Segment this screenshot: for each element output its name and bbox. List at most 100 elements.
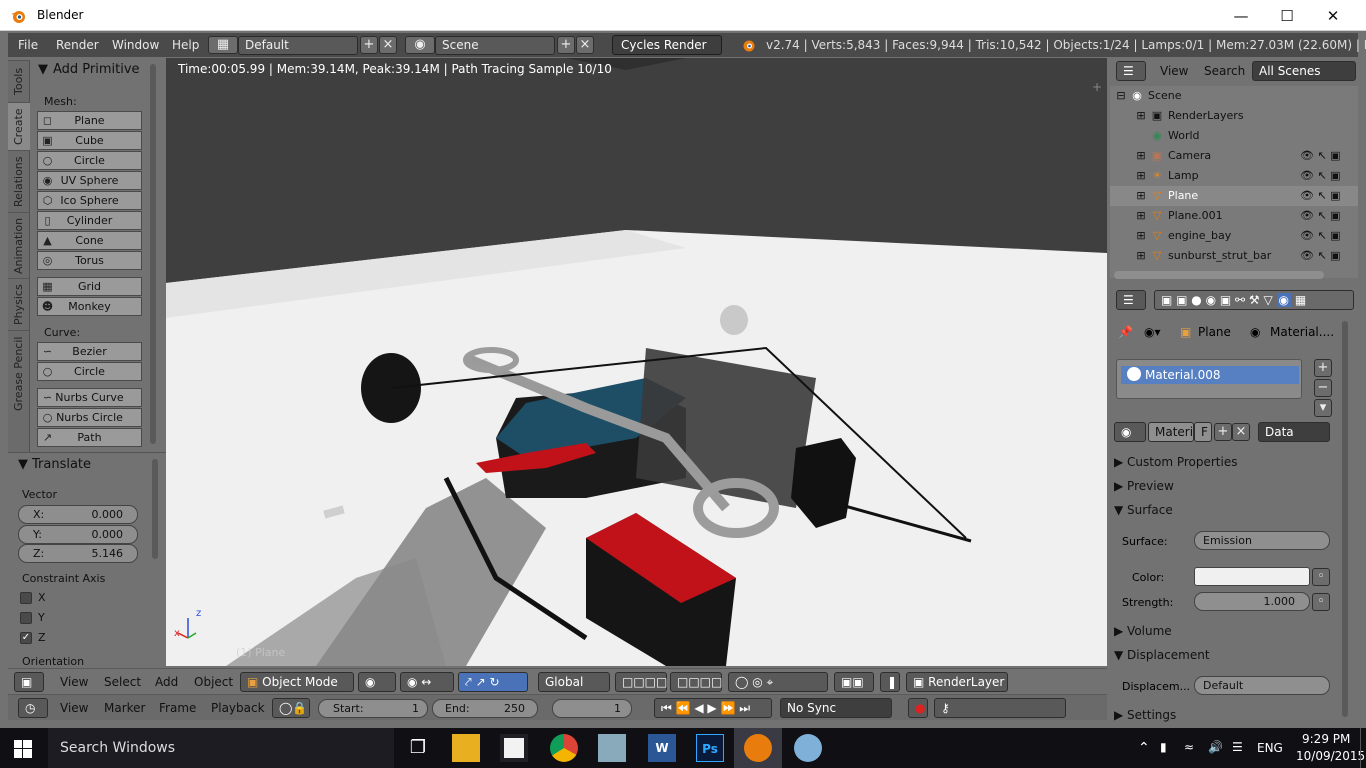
outliner-menu-search[interactable]: Search — [1204, 64, 1245, 78]
tab-animation[interactable]: Animation — [8, 212, 30, 278]
menu-render[interactable]: Render — [56, 38, 99, 52]
shading-dropdown[interactable]: ◉ — [358, 672, 396, 692]
remove-slot-button[interactable]: − — [1314, 379, 1332, 397]
visibility-icons[interactable]: 👁 ↖ ▣ — [1300, 209, 1341, 222]
properties-editor-icon[interactable]: ☰ — [1116, 290, 1146, 310]
screen-layout-icon[interactable]: ▦ — [208, 36, 238, 54]
displacement-dropdown[interactable]: Default — [1194, 676, 1330, 695]
outliner-item-scene[interactable]: ⊟ ◉ Scene — [1110, 86, 1358, 106]
add-bezier-button[interactable]: ∽ Bezier — [37, 342, 142, 361]
add-scene-button[interactable]: + — [557, 36, 575, 54]
vector-y-field[interactable]: Y: 0.000 — [18, 525, 138, 544]
color-link-button[interactable]: ◦ — [1312, 568, 1330, 586]
tools-scrollbar[interactable] — [150, 64, 156, 444]
remote-desktop-icon[interactable] — [598, 734, 626, 762]
outliner-item-world[interactable]: ◉ World — [1110, 126, 1358, 146]
paint-icon[interactable] — [794, 734, 822, 762]
add-layout-button[interactable]: + — [360, 36, 378, 54]
link-mode-dropdown[interactable]: Data — [1258, 422, 1330, 442]
tray-language[interactable]: ENG — [1257, 741, 1283, 755]
timeline-editor-icon[interactable]: ◷ — [18, 698, 48, 718]
tray-notification-icon[interactable]: ☰ — [1232, 740, 1243, 754]
menu-object[interactable]: Object — [194, 675, 233, 689]
minimize-button[interactable]: — — [1218, 0, 1264, 31]
panel-toggle-icon[interactable]: ▼ — [18, 457, 28, 472]
remove-layout-button[interactable]: × — [379, 36, 397, 54]
properties-scrollbar[interactable] — [1342, 321, 1348, 717]
tab-create[interactable]: Create — [8, 102, 30, 150]
keying-buttons[interactable]: ◯🔒 — [272, 698, 310, 718]
unlink-material-button[interactable]: × — [1232, 423, 1250, 441]
timeline-menu-frame[interactable]: Frame — [159, 701, 196, 715]
new-material-button[interactable]: + — [1214, 423, 1232, 441]
visibility-icons[interactable]: 👁 ↖ ▣ — [1300, 249, 1341, 262]
menu-file[interactable]: File — [18, 38, 38, 52]
vector-x-field[interactable]: X: 0.000 — [18, 505, 138, 524]
tray-volume-icon[interactable]: 🔊 — [1208, 740, 1223, 754]
section-displacement[interactable]: ▼ Displacement — [1114, 645, 1334, 665]
material-name-field[interactable]: Materi — [1148, 422, 1194, 442]
strength-link-button[interactable]: ◦ — [1312, 593, 1330, 611]
outliner-item-renderlayers[interactable]: ⊞ ▣ RenderLayers — [1110, 106, 1358, 126]
windows-start-icon[interactable] — [14, 740, 32, 758]
pivot-dropdown[interactable]: ◉ ↔ — [400, 672, 454, 692]
add-path-button[interactable]: ↗ Path — [37, 428, 142, 447]
add-nurbs-circle-button[interactable]: ○ Nurbs Circle — [37, 408, 142, 427]
add-monkey-button[interactable]: ☻ Monkey — [37, 297, 142, 316]
section-surface[interactable]: ▼ Surface — [1114, 500, 1334, 520]
timeline-menu-marker[interactable]: Marker — [104, 701, 145, 715]
current-frame-field[interactable]: 1 — [552, 699, 632, 718]
visibility-icons[interactable]: 👁 ↖ ▣ — [1300, 229, 1341, 242]
strength-field[interactable]: 1.000 — [1194, 592, 1310, 611]
render-engine-dropdown[interactable]: Cycles Render — [612, 35, 722, 55]
outliner-menu-view[interactable]: View — [1160, 64, 1188, 78]
tab-grease-pencil[interactable]: Grease Pencil — [8, 330, 30, 416]
menu-view[interactable]: View — [60, 675, 88, 689]
tab-relations[interactable]: Relations — [8, 150, 30, 212]
close-button[interactable]: ✕ — [1310, 0, 1356, 31]
menu-add[interactable]: Add — [155, 675, 178, 689]
visibility-icons[interactable]: 👁 ↖ ▣ — [1300, 189, 1341, 202]
tray-battery-icon[interactable]: ▮ — [1160, 740, 1167, 754]
outliner-filter-dropdown[interactable]: All Scenes — [1252, 61, 1356, 81]
scene-icon[interactable]: ◉ — [405, 36, 435, 54]
add-plane-button[interactable]: ◻ Plane — [37, 111, 142, 130]
show-desktop-button[interactable] — [1360, 728, 1366, 768]
section-volume[interactable]: ▶ Volume — [1114, 621, 1334, 641]
remove-scene-button[interactable]: × — [576, 36, 594, 54]
add-slot-button[interactable]: + — [1314, 359, 1332, 377]
slot-menu-button[interactable]: ▾ — [1314, 399, 1332, 417]
section-custom-properties[interactable]: ▶ Custom Properties — [1114, 452, 1334, 472]
word-icon[interactable]: W — [648, 734, 676, 762]
transform-orientation-dropdown[interactable]: Global — [538, 672, 610, 692]
tab-physics[interactable]: Physics — [8, 278, 30, 330]
vector-z-field[interactable]: Z: 5.146 — [18, 544, 138, 563]
panel-toggle-icon[interactable]: ▼ — [38, 62, 48, 77]
menu-window[interactable]: Window — [112, 38, 159, 52]
3d-viewport[interactable]: Time:00:05.99 | Mem:39.14M, Peak:39.14M … — [166, 58, 1107, 666]
add-grid-button[interactable]: ▦ Grid — [37, 277, 142, 296]
add-torus-button[interactable]: ◎ Torus — [37, 251, 142, 270]
end-frame-field[interactable]: End: 250 — [432, 699, 538, 718]
layers-row-1[interactable]: □□□□ — [615, 672, 667, 692]
blender-taskbar-button[interactable] — [734, 728, 782, 768]
section-preview[interactable]: ▶ Preview — [1114, 476, 1334, 496]
pin-icon[interactable]: 📌 — [1118, 325, 1133, 339]
timeline-menu-view[interactable]: View — [60, 701, 88, 715]
chrome-icon[interactable] — [550, 734, 578, 762]
screen-layout-field[interactable]: Default — [238, 36, 358, 55]
add-cube-button[interactable]: ▣ Cube — [37, 131, 142, 150]
tab-tools[interactable]: Tools — [8, 60, 30, 102]
outliner-scrollbar[interactable] — [1114, 271, 1324, 279]
add-cylinder-button[interactable]: ▯ Cylinder — [37, 211, 142, 230]
add-cone-button[interactable]: ▲ Cone — [37, 231, 142, 250]
file-explorer-icon[interactable] — [452, 734, 480, 762]
photoshop-icon[interactable]: Ps — [696, 734, 724, 762]
render-buttons[interactable]: ▣▣ — [834, 672, 874, 692]
tray-time[interactable]: 9:29 PM — [1302, 732, 1350, 746]
tray-wifi-icon[interactable]: ≈ — [1184, 740, 1194, 754]
fake-user-button[interactable]: F — [1194, 422, 1212, 442]
add-circle-button[interactable]: ○ Circle — [37, 151, 142, 170]
add-uv-sphere-button[interactable]: ◉ UV Sphere — [37, 171, 142, 190]
store-icon[interactable] — [500, 734, 528, 762]
